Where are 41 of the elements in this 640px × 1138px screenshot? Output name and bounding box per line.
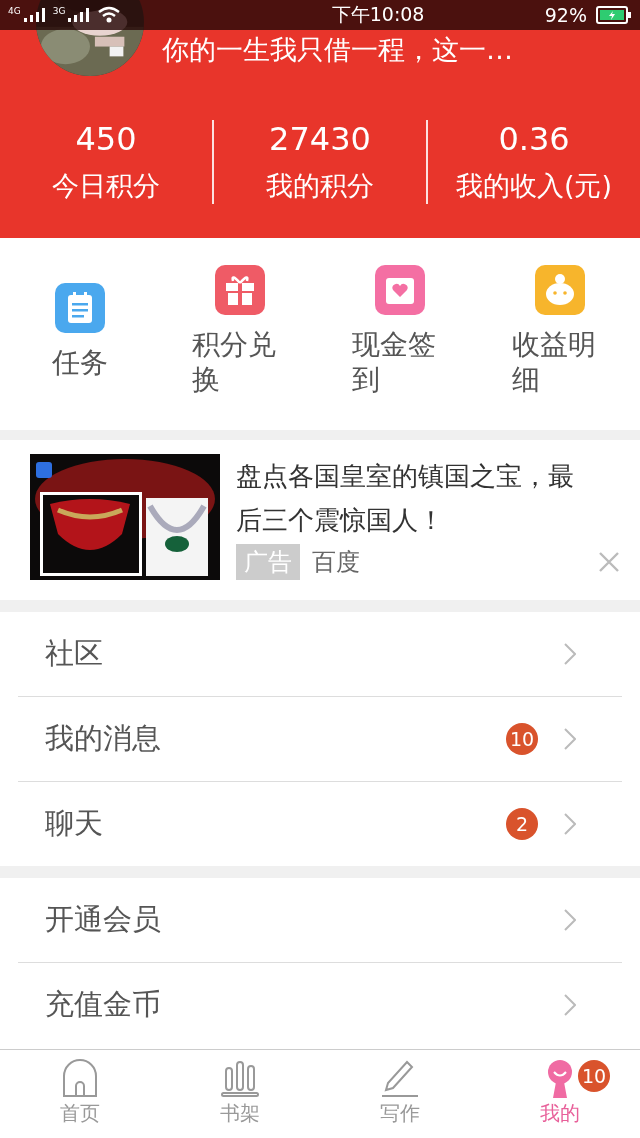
stat-label: 我的积分 [265,169,375,203]
chevron-icon [564,643,576,665]
bars-icon [218,1058,262,1098]
income-icon[interactable] [535,265,585,315]
shortcut-label[interactable]: 任务 [52,345,108,380]
gift-icon[interactable] [215,265,265,315]
network-label: 3G [52,6,66,16]
stat-value: 27430 [268,120,372,158]
stat-value: 450 [74,120,138,158]
chevron-icon [564,813,576,835]
chevron-icon [564,909,576,931]
network-label: 4G [8,6,21,16]
battery-percent: 92% [544,4,587,26]
shortcut-label[interactable]: 收益明细 [512,327,608,397]
signal-icon [23,8,46,22]
shortcut-label[interactable]: 现金签到 [352,327,448,397]
status-time: 下午10:08 [330,2,425,27]
ad-source: 百度 [312,547,360,578]
signal-icon [68,8,91,22]
count-badge: 10 [506,723,538,755]
stat-value: 0.36 [497,120,571,158]
menu-item[interactable]: 开通会员 [18,878,622,963]
menu-item[interactable]: 充值金币 [18,963,622,1047]
menu-item[interactable]: 我的消息 10 [18,697,622,782]
chevron-icon [564,994,576,1016]
ad-headline[interactable]: 盘点各国皇室的镇国之宝，最后三个震惊国人！ [236,454,596,542]
tab[interactable]: 我的 10 [480,1050,640,1138]
menu-item[interactable]: 聊天 2 [18,782,622,866]
battery-icon [596,6,632,24]
shortcut-label[interactable]: 积分兑换 [192,327,288,397]
count-badge: 10 [578,1060,610,1092]
count-badge: 2 [506,808,538,840]
wifi-icon [97,6,122,24]
user-motto: 你的一生我只借一程，这一… [162,33,513,67]
menu-item[interactable]: 社区 [18,612,622,697]
stat-label: 今日积分 [51,169,161,203]
stat-label: 我的收入(元) [454,169,614,203]
checkin-icon[interactable] [375,265,425,315]
chevron-icon [564,728,576,750]
close-icon[interactable] [598,551,620,573]
task-icon[interactable] [55,283,105,333]
